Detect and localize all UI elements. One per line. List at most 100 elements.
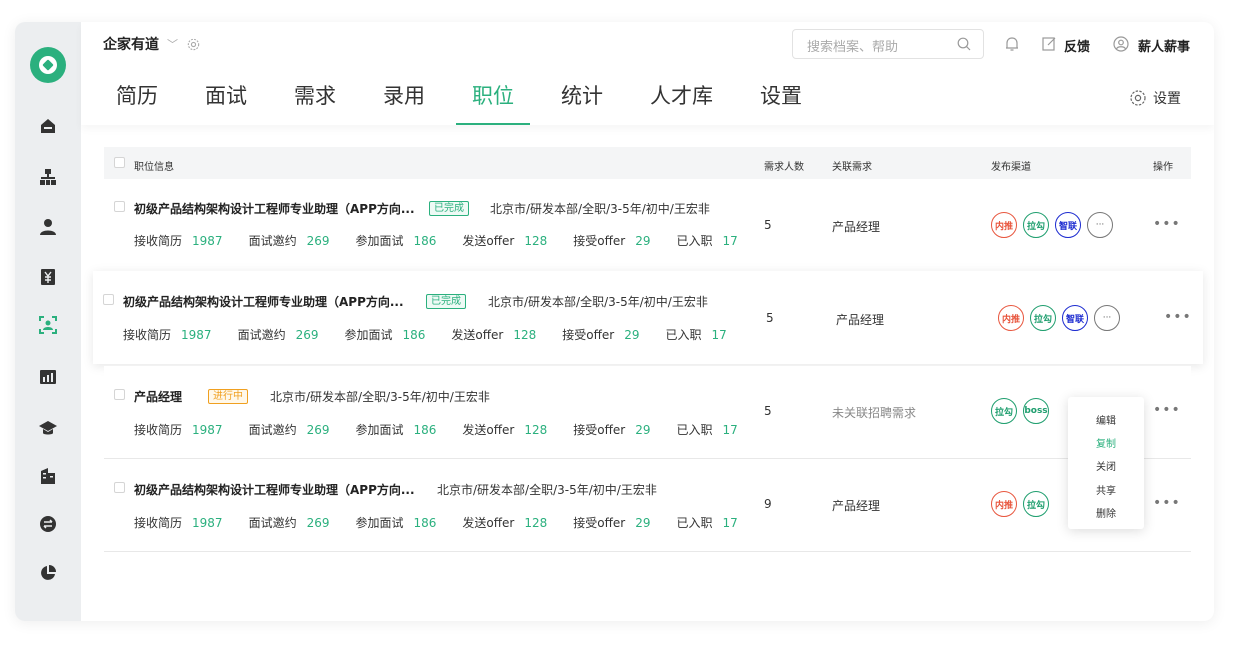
row-checkbox[interactable]	[114, 389, 125, 400]
company-switcher[interactable]: 企家有道 ﹀	[103, 34, 201, 54]
training-icon[interactable]	[39, 419, 57, 437]
stat-value[interactable]: 186	[414, 234, 437, 248]
job-meta: 北京市/研发本部/全职/3-5年/初中/王宏非	[270, 390, 490, 404]
salary-icon[interactable]	[39, 268, 57, 286]
user-icon[interactable]	[1113, 36, 1129, 52]
select-all-checkbox[interactable]	[114, 157, 125, 168]
edit-icon[interactable]	[1042, 36, 1057, 51]
channel-badge[interactable]: 智联	[1062, 305, 1088, 331]
channel-badge[interactable]: 内推	[998, 305, 1024, 331]
tab-settings[interactable]: 设置	[760, 80, 802, 125]
job-stats: 接收简历 1987 面试邀约 269 参加面试 186 发送offer 128 接受offer 2…	[134, 232, 764, 249]
menu-item-copy[interactable]: 复制	[1068, 435, 1144, 450]
chevron-down-icon[interactable]: ﹀	[167, 36, 178, 52]
tab-interview[interactable]: 面试	[205, 80, 247, 125]
linked-requirement[interactable]: 未关联招聘需求	[832, 404, 916, 421]
tab-talent-pool[interactable]: 人才库	[650, 80, 713, 125]
channel-badge[interactable]: 智联	[1055, 212, 1081, 238]
more-actions-button[interactable]: •••	[1153, 495, 1181, 511]
header-count: 需求人数	[764, 162, 804, 173]
channel-badge[interactable]: 拉勾	[1030, 305, 1056, 331]
stat-value[interactable]: 1987	[192, 516, 223, 530]
bell-icon[interactable]	[1005, 36, 1019, 52]
tab-demand[interactable]: 需求	[294, 80, 336, 125]
stat-value[interactable]: 17	[711, 328, 726, 342]
user-name[interactable]: 薪人薪事	[1138, 36, 1190, 55]
pie-chart-icon[interactable]	[39, 564, 57, 582]
transfer-icon[interactable]	[39, 515, 57, 533]
stat-value[interactable]: 1987	[192, 234, 223, 248]
channel-badge[interactable]: 内推	[991, 491, 1017, 517]
chart-icon[interactable]	[39, 368, 57, 386]
stat-value[interactable]: 29	[635, 234, 650, 248]
job-title[interactable]: 初级产品结构架构设计工程师专业助理（APP方向...	[123, 293, 404, 310]
stat-value[interactable]: 128	[524, 234, 547, 248]
menu-item-share[interactable]: 共享	[1068, 482, 1144, 497]
tab-hire[interactable]: 录用	[383, 80, 425, 125]
linked-requirement[interactable]: 产品经理	[832, 497, 880, 514]
channel-more-button[interactable]: ···	[1094, 305, 1120, 331]
gear-icon[interactable]	[186, 37, 201, 52]
stat-value[interactable]: 269	[296, 328, 319, 342]
status-badge: 进行中	[208, 389, 248, 404]
demand-count: 5	[764, 218, 772, 232]
row-checkbox[interactable]	[114, 482, 125, 493]
stat-value[interactable]: 269	[307, 234, 330, 248]
channel-badge[interactable]: 拉勾	[1023, 212, 1049, 238]
job-title[interactable]: 初级产品结构架构设计工程师专业助理（APP方向...	[134, 481, 415, 498]
stat-value[interactable]: 128	[513, 328, 536, 342]
tab-resume[interactable]: 简历	[116, 80, 158, 125]
search-input[interactable]: 搜索档案、帮助	[792, 29, 984, 59]
menu-item-close[interactable]: 关闭	[1068, 458, 1144, 473]
channel-badge[interactable]: 拉勾	[991, 398, 1017, 424]
row-checkbox[interactable]	[103, 294, 114, 305]
settings-label: 设置	[1153, 91, 1181, 107]
job-title[interactable]: 产品经理	[134, 388, 182, 405]
job-title[interactable]: 初级产品结构架构设计工程师专业助理（APP方向...	[134, 200, 415, 217]
org-chart-icon[interactable]	[39, 168, 57, 186]
more-actions-button[interactable]: •••	[1164, 309, 1192, 325]
tab-position[interactable]: 职位	[456, 80, 530, 125]
row-checkbox[interactable]	[114, 201, 125, 212]
stat-value[interactable]: 17	[722, 516, 737, 530]
linked-requirement[interactable]: 产品经理	[832, 218, 880, 235]
stat-value[interactable]: 128	[524, 423, 547, 437]
channel-badge[interactable]: boss	[1023, 398, 1049, 424]
linked-requirement[interactable]: 产品经理	[836, 311, 884, 328]
channel-badge[interactable]: 拉勾	[1023, 491, 1049, 517]
channel-more-button[interactable]: ···	[1087, 212, 1113, 238]
settings-button[interactable]: 设置	[1129, 88, 1181, 108]
table-row[interactable]: 产品经理 进行中 北京市/研发本部/全职/3-5年/初中/王宏非 接收简历 198…	[104, 366, 1191, 459]
stat-value[interactable]: 269	[307, 516, 330, 530]
stat-value[interactable]: 1987	[181, 328, 212, 342]
stat-value[interactable]: 128	[524, 516, 547, 530]
more-actions-button[interactable]: •••	[1153, 402, 1181, 418]
person-icon[interactable]	[39, 218, 57, 236]
stat-value[interactable]: 186	[414, 516, 437, 530]
table-row[interactable]: 初级产品结构架构设计工程师专业助理（APP方向... 已完成 北京市/研发本部/…	[104, 180, 1191, 273]
stat-value[interactable]: 29	[635, 516, 650, 530]
stat-value[interactable]: 1987	[192, 423, 223, 437]
stat-label: 面试邀约	[248, 234, 297, 248]
table-row[interactable]: 初级产品结构架构设计工程师专业助理（APP方向... 北京市/研发本部/全职/3…	[104, 459, 1191, 552]
recruit-icon[interactable]	[39, 316, 57, 334]
stat-value[interactable]: 186	[414, 423, 437, 437]
channel-badge[interactable]: 内推	[991, 212, 1017, 238]
stat-value[interactable]: 269	[307, 423, 330, 437]
more-actions-button[interactable]: •••	[1153, 216, 1181, 232]
stat-value[interactable]: 17	[722, 234, 737, 248]
stat-value[interactable]: 186	[403, 328, 426, 342]
feedback-link[interactable]: 反馈	[1064, 36, 1090, 55]
search-icon[interactable]	[957, 37, 971, 51]
stat-value[interactable]: 29	[635, 423, 650, 437]
tab-statistics[interactable]: 统计	[561, 80, 603, 125]
stat-label: 已入职	[665, 328, 702, 342]
menu-item-delete[interactable]: 删除	[1068, 505, 1144, 520]
table-row[interactable]: 初级产品结构架构设计工程师专业助理（APP方向... 已完成 北京市/研发本部/…	[93, 271, 1203, 364]
stat-value[interactable]: 17	[722, 423, 737, 437]
stat-value[interactable]: 29	[624, 328, 639, 342]
menu-item-edit[interactable]: 编辑	[1068, 412, 1144, 427]
stat-label: 发送offer	[462, 516, 515, 530]
home-icon[interactable]	[39, 117, 57, 135]
company-icon[interactable]	[39, 467, 57, 485]
